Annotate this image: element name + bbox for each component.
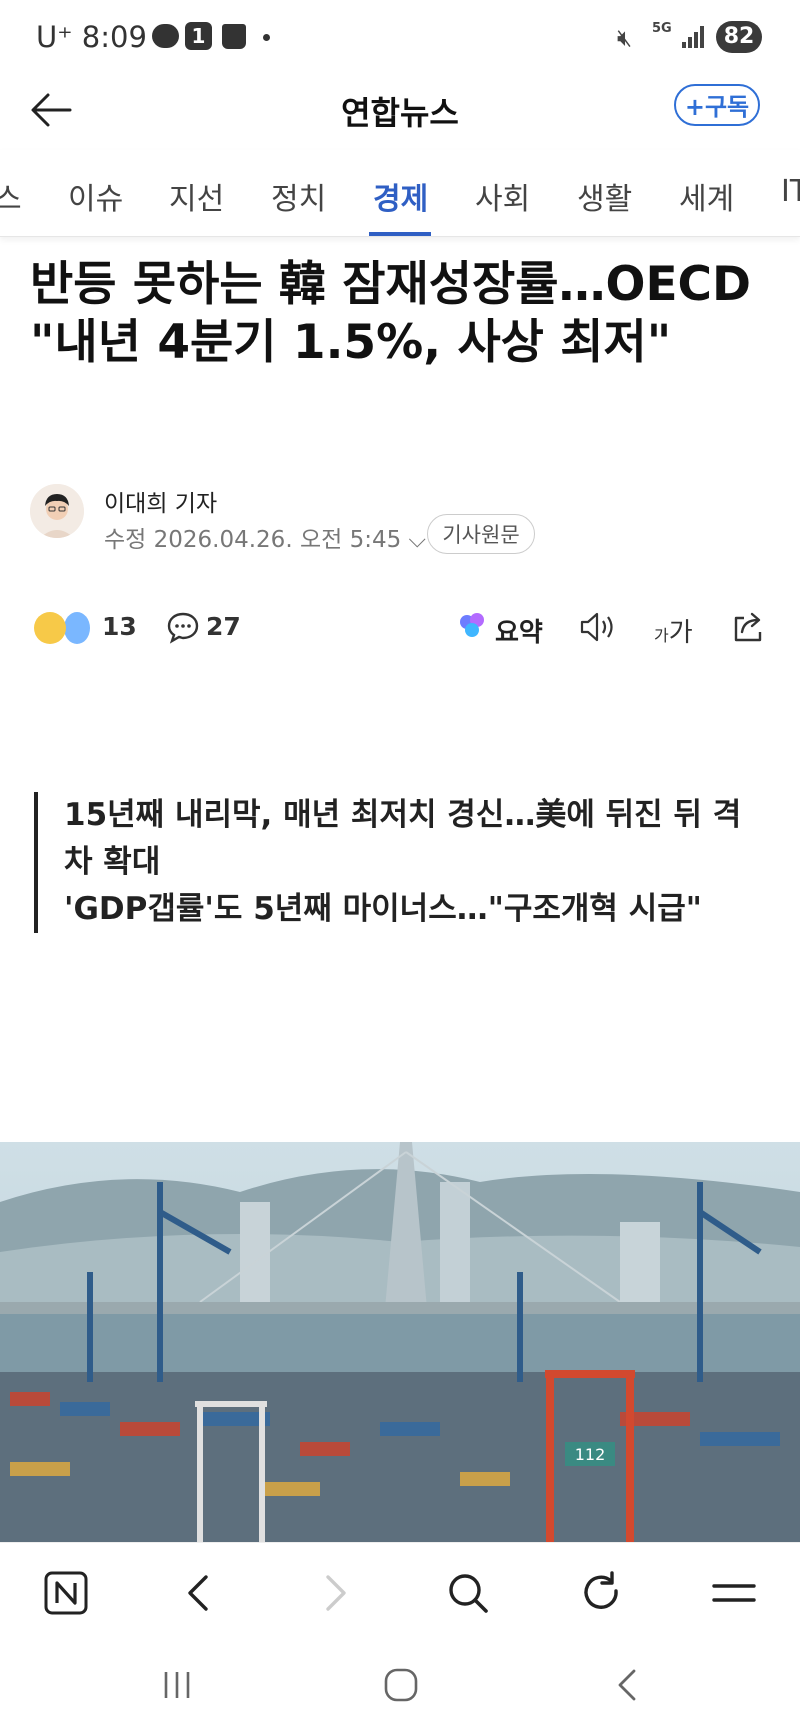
- original-article-button[interactable]: 기사원문: [427, 514, 535, 554]
- signal-icon: [682, 26, 708, 48]
- mute-icon: 🔇︎: [617, 24, 633, 52]
- home-icon[interactable]: [383, 1667, 419, 1703]
- tab-sports[interactable]: 스: [0, 174, 22, 218]
- status-bar: U⁺ 8:09 1 🔇︎ 5G 82: [0, 0, 800, 76]
- tab-world[interactable]: 세계: [679, 174, 734, 218]
- browser-toolbar: [0, 1542, 800, 1643]
- article-title: 반등 못하는 韓 잠재성장률…OECD "내년 4분기 1.5%, 사상 최저": [30, 257, 752, 370]
- notification-count-badge: 1: [185, 22, 212, 50]
- article-action-bar: 13 27 요약 가가: [0, 612, 800, 662]
- tab-local-election[interactable]: 지선: [169, 174, 224, 218]
- crane-number-label: 112: [575, 1445, 606, 1464]
- summary-button-label[interactable]: 요약: [495, 612, 543, 649]
- system-navigation-bar: [0, 1642, 800, 1733]
- tab-society[interactable]: 사회: [475, 174, 530, 218]
- naver-home-icon[interactable]: [42, 1569, 90, 1617]
- battery-indicator: 82: [716, 21, 762, 53]
- reaction-count: 13: [102, 612, 137, 641]
- font-size-button[interactable]: 가가: [654, 612, 693, 649]
- speaker-icon[interactable]: [578, 610, 616, 644]
- tab-it[interactable]: IT: [781, 174, 800, 209]
- forward-icon[interactable]: [310, 1569, 358, 1617]
- active-tab-indicator: [369, 232, 431, 236]
- network-type: 5G: [652, 21, 672, 36]
- surprised-reaction-icon[interactable]: [64, 612, 90, 644]
- back-icon[interactable]: [176, 1569, 224, 1617]
- system-back-icon[interactable]: [610, 1667, 644, 1703]
- share-icon[interactable]: [730, 608, 766, 644]
- status-time: U⁺ 8:09: [36, 20, 147, 54]
- subscribe-button[interactable]: +구독: [674, 84, 760, 126]
- shopping-bag-icon: [222, 24, 246, 49]
- article-subheadlines: 15년째 내리막, 매년 최저치 경신…美에 뒤진 뒤 격차 확대 'GDP갭률…: [34, 792, 744, 933]
- reporter-avatar[interactable]: [30, 484, 84, 538]
- comment-icon[interactable]: [166, 610, 200, 644]
- refresh-icon[interactable]: [578, 1569, 626, 1617]
- tab-issue[interactable]: 이슈: [68, 174, 123, 218]
- recent-apps-icon[interactable]: [160, 1668, 194, 1702]
- subheadline: 'GDP갭률'도 5년째 마이너스…"구조개혁 시급": [64, 891, 702, 927]
- comment-count[interactable]: 27: [206, 612, 241, 641]
- search-icon[interactable]: [444, 1569, 492, 1617]
- port-photo-illustration: 112: [0, 1142, 800, 1542]
- more-notifications-dot-icon: [263, 34, 270, 41]
- tab-politics[interactable]: 정치: [271, 174, 326, 218]
- chevron-down-icon: ⌵: [408, 527, 426, 553]
- modified-date[interactable]: 수정 2026.04.26. 오전 5:45 ⌵: [104, 520, 426, 554]
- subheadline: 15년째 내리막, 매년 최저치 경신…美에 뒤진 뒤 격차 확대: [64, 797, 742, 880]
- message-icon: [152, 24, 179, 48]
- reporter-portrait-icon: [30, 484, 84, 538]
- menu-icon[interactable]: [710, 1569, 758, 1617]
- tab-economy[interactable]: 경제: [373, 174, 428, 218]
- article-photo[interactable]: 112: [0, 1142, 800, 1542]
- reporter-name[interactable]: 이대희 기자: [104, 484, 217, 518]
- smile-reaction-icon[interactable]: [34, 612, 66, 644]
- ai-summary-icon[interactable]: [457, 610, 489, 642]
- tab-life[interactable]: 생활: [577, 174, 632, 218]
- category-tabs: 스 이슈 지선 정치 경제 사회 생활 세계 IT: [0, 150, 800, 237]
